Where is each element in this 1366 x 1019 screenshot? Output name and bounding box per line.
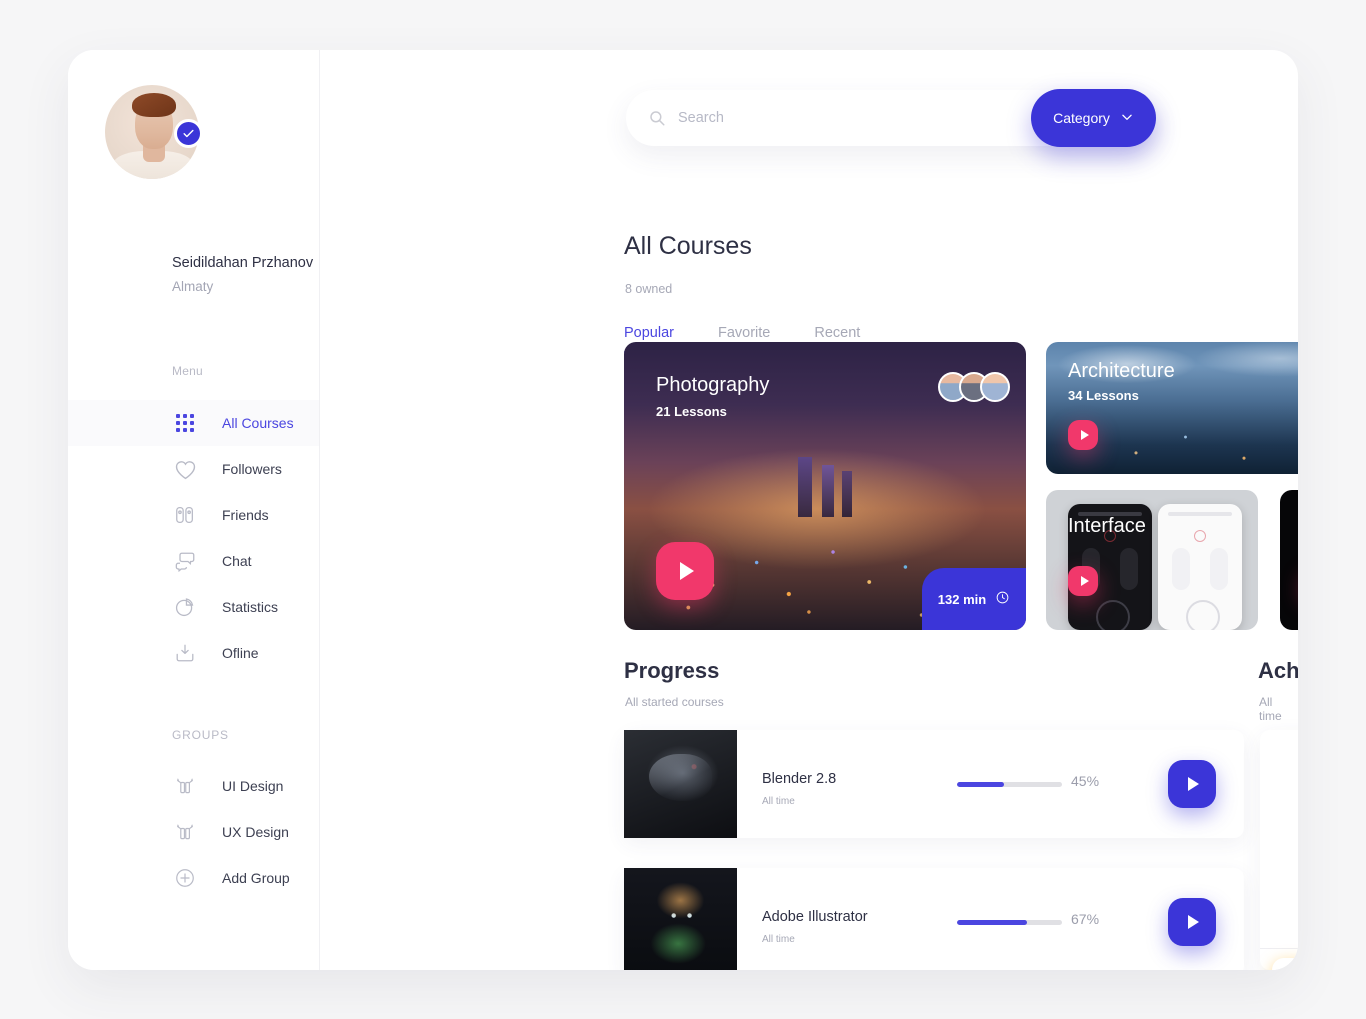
main-content: Category 5 All Courses 8 owned Popular F… [320, 50, 1298, 970]
clock-icon [995, 590, 1010, 608]
play-icon [1080, 430, 1089, 440]
groups-section-label: GROUPS [172, 728, 229, 742]
pie-chart-icon [172, 594, 198, 620]
gauge-caption: Finished [1260, 915, 1298, 931]
sidebar-item-label: Followers [222, 461, 282, 477]
profile-name: Seidildahan Przhanov [172, 255, 314, 271]
sidebar-item-label: Ofline [222, 645, 259, 661]
course-thumbnail [624, 730, 737, 838]
progress-subtitle: All started courses [625, 695, 724, 709]
sidebar: Seidildahan Przhanov Almaty Menu All Cou… [68, 50, 320, 970]
profile-location: Almaty [172, 279, 214, 294]
sidebar-item-friends[interactable]: Friends [68, 492, 319, 538]
sidebar-item-ui-design[interactable]: UI Design [68, 763, 319, 809]
download-icon [172, 640, 198, 666]
course-card-architecture[interactable]: Architecture 34 Lessons [1046, 342, 1298, 474]
progress-row[interactable]: Blender 2.8 All time 45% [624, 730, 1244, 838]
sidebar-item-statistics[interactable]: Statistics [68, 584, 319, 630]
achievements-card: 0% 100% 50% Finished Medal for illustrat… [1260, 730, 1298, 970]
avatar [980, 372, 1010, 402]
progress-bar [957, 782, 1062, 787]
main-nav: All Courses Followers Friends Chat Stati… [68, 400, 319, 676]
sidebar-item-chat[interactable]: Chat [68, 538, 319, 584]
heart-icon [172, 456, 198, 482]
progress-percent: 67% [1071, 911, 1100, 927]
play-icon [680, 562, 694, 580]
gauge-percent: 50% [1260, 826, 1298, 857]
course-title: Photography [656, 374, 770, 396]
play-icon [1080, 576, 1089, 586]
search-input[interactable] [678, 110, 1008, 126]
achievement-item[interactable]: Medal for illustration Winner [1260, 949, 1298, 970]
course-card-3d[interactable]: 3D [1280, 490, 1298, 630]
progress-bar-fill [957, 782, 1005, 787]
sidebar-item-all-courses[interactable]: All Courses [68, 400, 319, 446]
progress-course-name: Blender 2.8 [762, 771, 837, 787]
people-icon [172, 819, 198, 845]
page-subtitle: 8 owned [625, 282, 673, 296]
progress-course-time: All time [762, 934, 795, 945]
sidebar-item-add-group[interactable]: Add Group [68, 855, 319, 901]
progress-course-time: All time [762, 796, 795, 807]
sidebar-item-label: UX Design [222, 824, 289, 840]
course-lessons: 21 Lessons [656, 404, 727, 419]
friends-icon [172, 502, 198, 528]
achievements-subtitle: All time [1259, 695, 1282, 723]
sidebar-item-followers[interactable]: Followers [68, 446, 319, 492]
play-button[interactable] [1168, 898, 1216, 946]
sidebar-item-label: All Courses [222, 415, 294, 431]
achievements-title: Achievements [1258, 658, 1298, 683]
verified-badge [174, 119, 203, 148]
course-thumbnail [1280, 490, 1298, 630]
play-button[interactable] [1068, 420, 1098, 450]
course-duration-badge: 132 min [922, 568, 1026, 630]
course-card-photography[interactable]: Photography 21 Lessons 132 min [624, 342, 1026, 630]
search-icon [648, 109, 666, 127]
people-icon [172, 773, 198, 799]
avatar[interactable] [105, 85, 203, 181]
course-card-interface[interactable]: Interface [1046, 490, 1258, 630]
grid-icon [172, 410, 198, 436]
sidebar-item-label: Add Group [222, 870, 290, 886]
chat-icon [172, 548, 198, 574]
page-title: All Courses [624, 232, 752, 260]
medal-icon [1272, 958, 1298, 970]
app-window: Seidildahan Przhanov Almaty Menu All Cou… [68, 50, 1298, 970]
sidebar-item-label: Chat [222, 553, 252, 569]
progress-bar-fill [957, 920, 1028, 925]
sidebar-item-label: Friends [222, 507, 269, 523]
play-button[interactable] [1068, 566, 1098, 596]
progress-title: Progress [624, 658, 720, 683]
sidebar-item-ux-design[interactable]: UX Design [68, 809, 319, 855]
logout-icon[interactable] [172, 968, 198, 970]
course-title: Interface [1068, 515, 1146, 537]
category-button-label: Category [1053, 110, 1110, 126]
play-button[interactable] [1168, 760, 1216, 808]
play-button[interactable] [656, 542, 714, 600]
sidebar-item-label: Statistics [222, 599, 279, 615]
progress-bar [957, 920, 1062, 925]
progress-row[interactable]: Adobe Illustrator All time 67% [624, 868, 1244, 970]
course-title: Architecture [1068, 360, 1175, 382]
course-thumbnail [624, 868, 737, 970]
chevron-down-icon [1120, 110, 1134, 127]
play-icon [1188, 777, 1199, 791]
course-duration: 132 min [937, 591, 987, 607]
plus-circle-icon [172, 865, 198, 891]
course-participants [938, 372, 1010, 402]
groups-nav: UI Design UX Design Add Group [68, 763, 319, 901]
course-lessons: 34 Lessons [1068, 388, 1139, 403]
menu-section-label: Menu [172, 364, 203, 378]
sidebar-item-ofline[interactable]: Ofline [68, 630, 319, 676]
category-button[interactable]: Category [1031, 89, 1156, 147]
play-icon [1188, 915, 1199, 929]
check-icon [183, 129, 194, 138]
sidebar-item-label: UI Design [222, 778, 284, 794]
progress-percent: 45% [1071, 773, 1100, 789]
progress-course-name: Adobe Illustrator [762, 909, 868, 925]
